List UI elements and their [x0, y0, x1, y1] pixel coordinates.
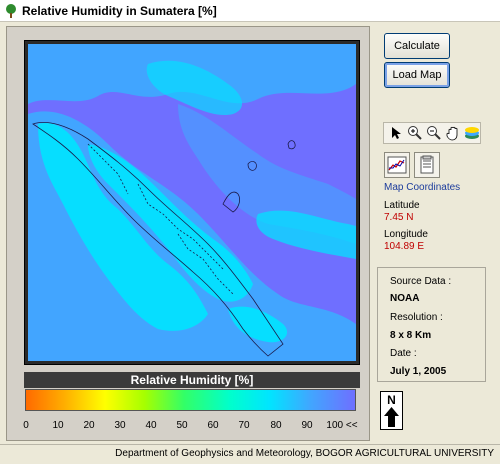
tick-label: 90	[301, 420, 313, 431]
document-icon[interactable]	[414, 152, 440, 178]
tick-label: 70	[238, 420, 250, 431]
tick-label: 100 <<	[326, 420, 358, 431]
pointer-icon[interactable]	[387, 124, 404, 142]
tick-label: 20	[83, 420, 95, 431]
tick-label: 30	[114, 420, 126, 431]
footer-credit: Department of Geophysics and Meteorology…	[115, 448, 494, 459]
resolution-label: Resolution :	[390, 312, 443, 323]
latitude-label: Latitude	[384, 200, 420, 211]
resolution-value: 8 x 8 Km	[390, 330, 432, 341]
longitude-value: 104.89 E	[384, 241, 425, 252]
tree-icon	[4, 3, 18, 18]
source-value: NOAA	[390, 293, 420, 304]
tick-label: 60	[207, 420, 219, 431]
zoom-out-icon[interactable]	[425, 124, 442, 142]
color-scale-ticks: 0 10 20 30 40 50 60 70 80 90 100 <<	[20, 420, 365, 434]
calculate-button[interactable]: Calculate	[384, 33, 450, 59]
tick-label: 40	[145, 420, 157, 431]
longitude-label: Longitude	[384, 229, 428, 240]
date-label: Date :	[390, 348, 417, 359]
status-bar: Department of Geophysics and Meteorology…	[0, 444, 500, 464]
app-window: Relative Humidity in Sumatera [%] Relati…	[0, 0, 500, 464]
title-bar[interactable]: Relative Humidity in Sumatera [%]	[0, 0, 500, 22]
map-title: Relative Humidity [%]	[24, 372, 360, 388]
humidity-map[interactable]	[28, 44, 356, 361]
layers-icon[interactable]	[463, 124, 480, 142]
tick-label: 0	[23, 420, 29, 431]
latitude-value: 7.45 N	[384, 212, 414, 223]
zoom-in-icon[interactable]	[406, 124, 423, 142]
pan-hand-icon[interactable]	[444, 124, 461, 142]
tick-label: 10	[52, 420, 64, 431]
map-coordinates-header: Map Coordinates	[384, 182, 461, 193]
map-toolbar	[383, 122, 481, 144]
north-letter: N	[387, 393, 396, 407]
color-scale-bar	[25, 389, 356, 411]
source-label: Source Data :	[390, 276, 452, 287]
window-title: Relative Humidity in Sumatera [%]	[22, 3, 217, 18]
tick-label: 80	[270, 420, 282, 431]
date-value: July 1, 2005	[390, 366, 447, 377]
load-map-button[interactable]: Load Map	[384, 62, 450, 88]
tick-label: 50	[176, 420, 188, 431]
north-arrow: N	[380, 391, 403, 430]
map-view[interactable]	[24, 40, 360, 365]
chart-icon[interactable]	[384, 152, 410, 178]
